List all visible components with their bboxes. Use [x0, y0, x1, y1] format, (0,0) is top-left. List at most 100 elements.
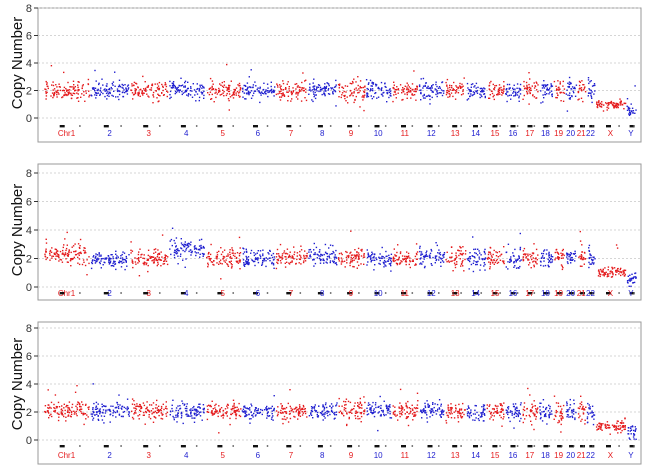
- cn-point: [392, 259, 394, 261]
- cn-point: [51, 92, 54, 94]
- cn-point: [212, 414, 214, 416]
- cn-point: [630, 433, 632, 435]
- cn-point: [392, 256, 395, 258]
- cn-point: [220, 407, 223, 409]
- cn-point: [249, 86, 252, 88]
- cn-point: [396, 251, 398, 254]
- cn-point: [313, 407, 315, 409]
- cn-point: [207, 264, 209, 266]
- cn-point: [479, 264, 482, 266]
- cn-point: [483, 265, 485, 267]
- cn-point: [64, 412, 66, 415]
- cn-point: [544, 91, 546, 93]
- chromosome-segment-22: [588, 244, 596, 269]
- cn-point: [109, 409, 111, 411]
- cn-point: [416, 404, 419, 406]
- cn-point: [231, 249, 234, 251]
- cn-point: [232, 254, 235, 257]
- cn-point: [547, 264, 549, 266]
- cn-point: [620, 431, 622, 434]
- cn-point: [454, 266, 457, 269]
- cn-point: [586, 416, 589, 418]
- cn-point: [398, 258, 400, 260]
- cn-point: [386, 255, 388, 257]
- cn-point: [173, 251, 176, 254]
- cn-point: [388, 254, 390, 257]
- cn-point: [137, 253, 140, 256]
- cn-point: [300, 249, 303, 251]
- cn-point: [112, 95, 114, 97]
- cn-point: [102, 405, 105, 407]
- cn-point: [121, 253, 123, 256]
- cn-point: [613, 102, 615, 104]
- cn-point: [301, 81, 303, 84]
- cn-point: [125, 260, 127, 262]
- cn-point: [413, 70, 415, 72]
- cn-point: [136, 257, 138, 260]
- cn-point: [587, 402, 589, 405]
- cn-point: [263, 409, 266, 411]
- y-tick-label: 4: [26, 379, 32, 391]
- cn-point: [540, 413, 542, 416]
- cn-point: [181, 400, 183, 402]
- cn-point: [528, 103, 530, 105]
- cn-point: [600, 428, 602, 430]
- cn-point: [616, 271, 618, 273]
- cn-point: [469, 90, 471, 93]
- chromosome-label: 14: [471, 289, 480, 298]
- cn-point: [394, 91, 396, 93]
- cn-point: [265, 265, 267, 268]
- cn-point: [530, 267, 532, 269]
- cn-point: [350, 261, 352, 263]
- cn-point: [492, 96, 494, 98]
- cn-point: [363, 410, 366, 413]
- cn-point: [540, 90, 542, 92]
- cn-point: [573, 403, 575, 405]
- cn-point: [261, 264, 263, 266]
- cn-point: [350, 256, 352, 259]
- cn-point: [615, 102, 617, 105]
- cn-point: [265, 257, 267, 259]
- cn-point: [473, 93, 476, 95]
- cn-point: [445, 81, 447, 84]
- cn-point: [229, 423, 231, 426]
- cn-point: [518, 97, 520, 99]
- cn-point: [513, 95, 515, 97]
- cn-point: [408, 407, 410, 409]
- cn-point: [297, 94, 299, 96]
- cn-point: [627, 282, 629, 284]
- cn-point: [402, 98, 404, 101]
- cn-point: [73, 92, 76, 95]
- cn-point: [327, 89, 329, 91]
- cn-point: [327, 411, 329, 413]
- cn-point: [445, 419, 447, 422]
- cn-point: [70, 97, 73, 100]
- cn-point: [581, 265, 583, 267]
- chromosome-segment-7: [275, 389, 308, 425]
- cn-point: [348, 411, 350, 413]
- cn-point: [137, 86, 139, 88]
- cn-point: [109, 260, 112, 262]
- cn-point: [593, 262, 595, 264]
- cn-point: [55, 252, 57, 254]
- cn-point: [322, 419, 324, 421]
- cn-point: [406, 97, 408, 99]
- cn-point: [366, 96, 368, 98]
- cn-point: [61, 412, 63, 414]
- cn-point: [238, 255, 241, 257]
- cn-point: [364, 89, 366, 91]
- cn-point: [424, 402, 426, 405]
- cn-point: [160, 412, 162, 414]
- cn-point: [317, 415, 319, 417]
- cn-point: [527, 387, 529, 390]
- cn-point: [508, 87, 510, 89]
- cn-point: [387, 405, 389, 407]
- cn-point: [438, 86, 441, 88]
- cn-point: [58, 406, 61, 408]
- cn-point: [212, 83, 214, 85]
- cn-point: [399, 415, 401, 418]
- cn-point: [426, 421, 429, 423]
- cn-point: [52, 89, 54, 91]
- cn-point: [286, 417, 288, 419]
- cn-point: [451, 86, 453, 89]
